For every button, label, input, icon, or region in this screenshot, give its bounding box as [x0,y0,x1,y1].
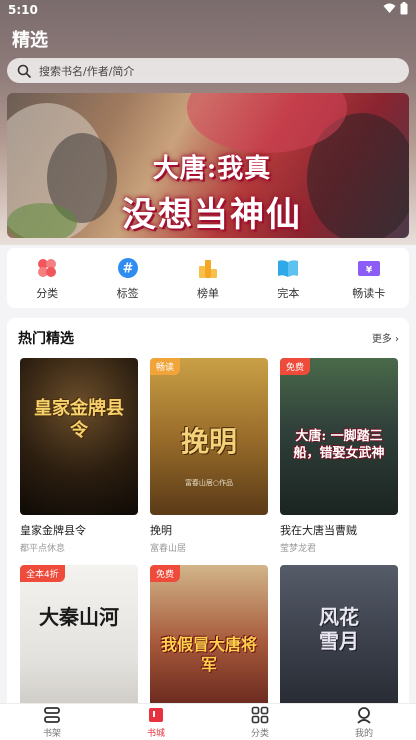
tab-label: 分类 [250,728,269,739]
book-cover: 免费 大唐: 一脚踏三船，错娶女武神 [280,358,398,515]
quick-nav-reading-card[interactable]: ¥ 畅读卡 [334,256,404,301]
banner-carousel[interactable]: 大唐:我真 没想当神仙 [7,93,409,238]
book-title: 挽明 [150,524,172,537]
page-title: 精选 [12,30,48,51]
tab-bookshelf[interactable]: 书架 [22,706,82,739]
battery-icon [400,2,408,15]
profile-icon [355,706,373,724]
book-badge: 免费 [280,358,311,375]
tab-label: 我的 [354,728,373,739]
hot-picks-section: 热门精选 更多 › 皇家金牌县令 皇家金牌县令 都平点休息 畅读 挽明 富春山居… [7,318,409,708]
cover-title: 大秦山河 [39,605,119,629]
svg-text:#: # [122,261,133,276]
status-bar: 5:10 [0,0,416,20]
status-icons [383,2,408,15]
quick-nav-label: 完本 [277,286,300,300]
cover-subtitle: 富春山居○作品 [184,479,234,487]
search-bar[interactable]: 搜索书名/作者/简介 [7,58,409,83]
status-time: 5:10 [8,3,38,17]
grid-icon [251,706,269,724]
more-label: 更多 [371,334,392,345]
quick-nav-category[interactable]: 分类 [12,256,82,301]
banner-illustration-leaves [7,203,77,238]
bookstore-icon [147,706,165,724]
quick-nav-label: 榜单 [196,286,219,300]
book-cover: 风花雪月 [280,565,398,708]
banner-title: 大唐:我真 没想当神仙 [87,148,337,236]
book-card[interactable]: 畅读 挽明 富春山居○作品 挽明 富春山居 [150,358,268,554]
section-title: 热门精选 [18,331,74,347]
bottom-tab-bar: 书架 书城 分类 我的 [0,703,416,740]
book-title: 我在大唐当曹贼 [280,524,357,537]
book-open-icon [276,256,300,280]
bookshelf-icon [43,706,61,724]
tab-bookstore[interactable]: 书城 [126,706,186,739]
tab-category[interactable]: 分类 [230,706,290,739]
book-card[interactable]: 免费 大唐: 一脚踏三船，错娶女武神 我在大唐当曹贼 莹梦龙君 [280,358,398,554]
tab-label: 书城 [146,728,165,739]
book-cover: 畅读 挽明 富春山居○作品 [150,358,268,515]
cover-title: 我假冒大唐将军 [160,635,257,674]
cover-title: 风花雪月 [319,605,359,653]
book-badge: 畅读 [150,358,181,375]
book-cover: 全本4折 大秦山河 [20,565,138,708]
hash-icon: # [116,256,140,280]
cover-title: 大唐: 一脚踏三船，错娶女武神 [293,429,385,461]
card-icon: ¥ [357,256,381,280]
chart-icon [196,256,220,280]
book-card[interactable]: 全本4折 大秦山河 [20,565,138,708]
book-author: 都平点休息 [20,544,66,554]
header: 5:10 精选 搜索书名/作者/简介 大唐:我真 没想当神仙 [0,0,416,245]
wifi-icon [383,3,396,13]
banner-title-line1: 大唐:我真 [152,154,272,184]
book-title: 皇家金牌县令 [20,524,86,537]
book-grid: 皇家金牌县令 皇家金牌县令 都平点休息 畅读 挽明 富春山居○作品 挽明 富春山… [20,358,400,708]
quick-nav-label: 分类 [36,286,59,300]
book-cover: 免费 我假冒大唐将军 [150,565,268,708]
search-icon [17,64,31,78]
search-placeholder: 搜索书名/作者/简介 [39,64,135,78]
cover-title: 皇家金牌县令 [34,398,124,441]
book-badge: 全本4折 [20,565,65,582]
banner-title-line2: 没想当神仙 [122,195,302,235]
tab-profile[interactable]: 我的 [334,706,394,739]
quick-nav: 分类 # 标签 榜单 完本 ¥ 畅读卡 [7,248,409,308]
quick-nav-label: 畅读卡 [352,286,386,300]
quick-nav-completed[interactable]: 完本 [253,256,323,301]
clover-icon [35,256,59,280]
quick-nav-ranking[interactable]: 榜单 [173,256,243,301]
book-author: 莹梦龙君 [280,544,317,554]
book-author: 富春山居 [150,544,187,554]
book-badge: 免费 [150,565,181,582]
svg-text:¥: ¥ [366,265,373,275]
quick-nav-tags[interactable]: # 标签 [93,256,163,301]
quick-nav-label: 标签 [116,286,139,300]
book-card[interactable]: 风花雪月 [280,565,398,708]
book-card[interactable]: 皇家金牌县令 皇家金牌县令 都平点休息 [20,358,138,554]
more-link[interactable]: 更多 › [372,330,399,345]
book-card[interactable]: 免费 我假冒大唐将军 [150,565,268,708]
cover-title: 挽明 [180,425,237,458]
chevron-right-icon: › [395,334,399,345]
tab-label: 书架 [42,728,61,739]
book-cover: 皇家金牌县令 [20,358,138,515]
